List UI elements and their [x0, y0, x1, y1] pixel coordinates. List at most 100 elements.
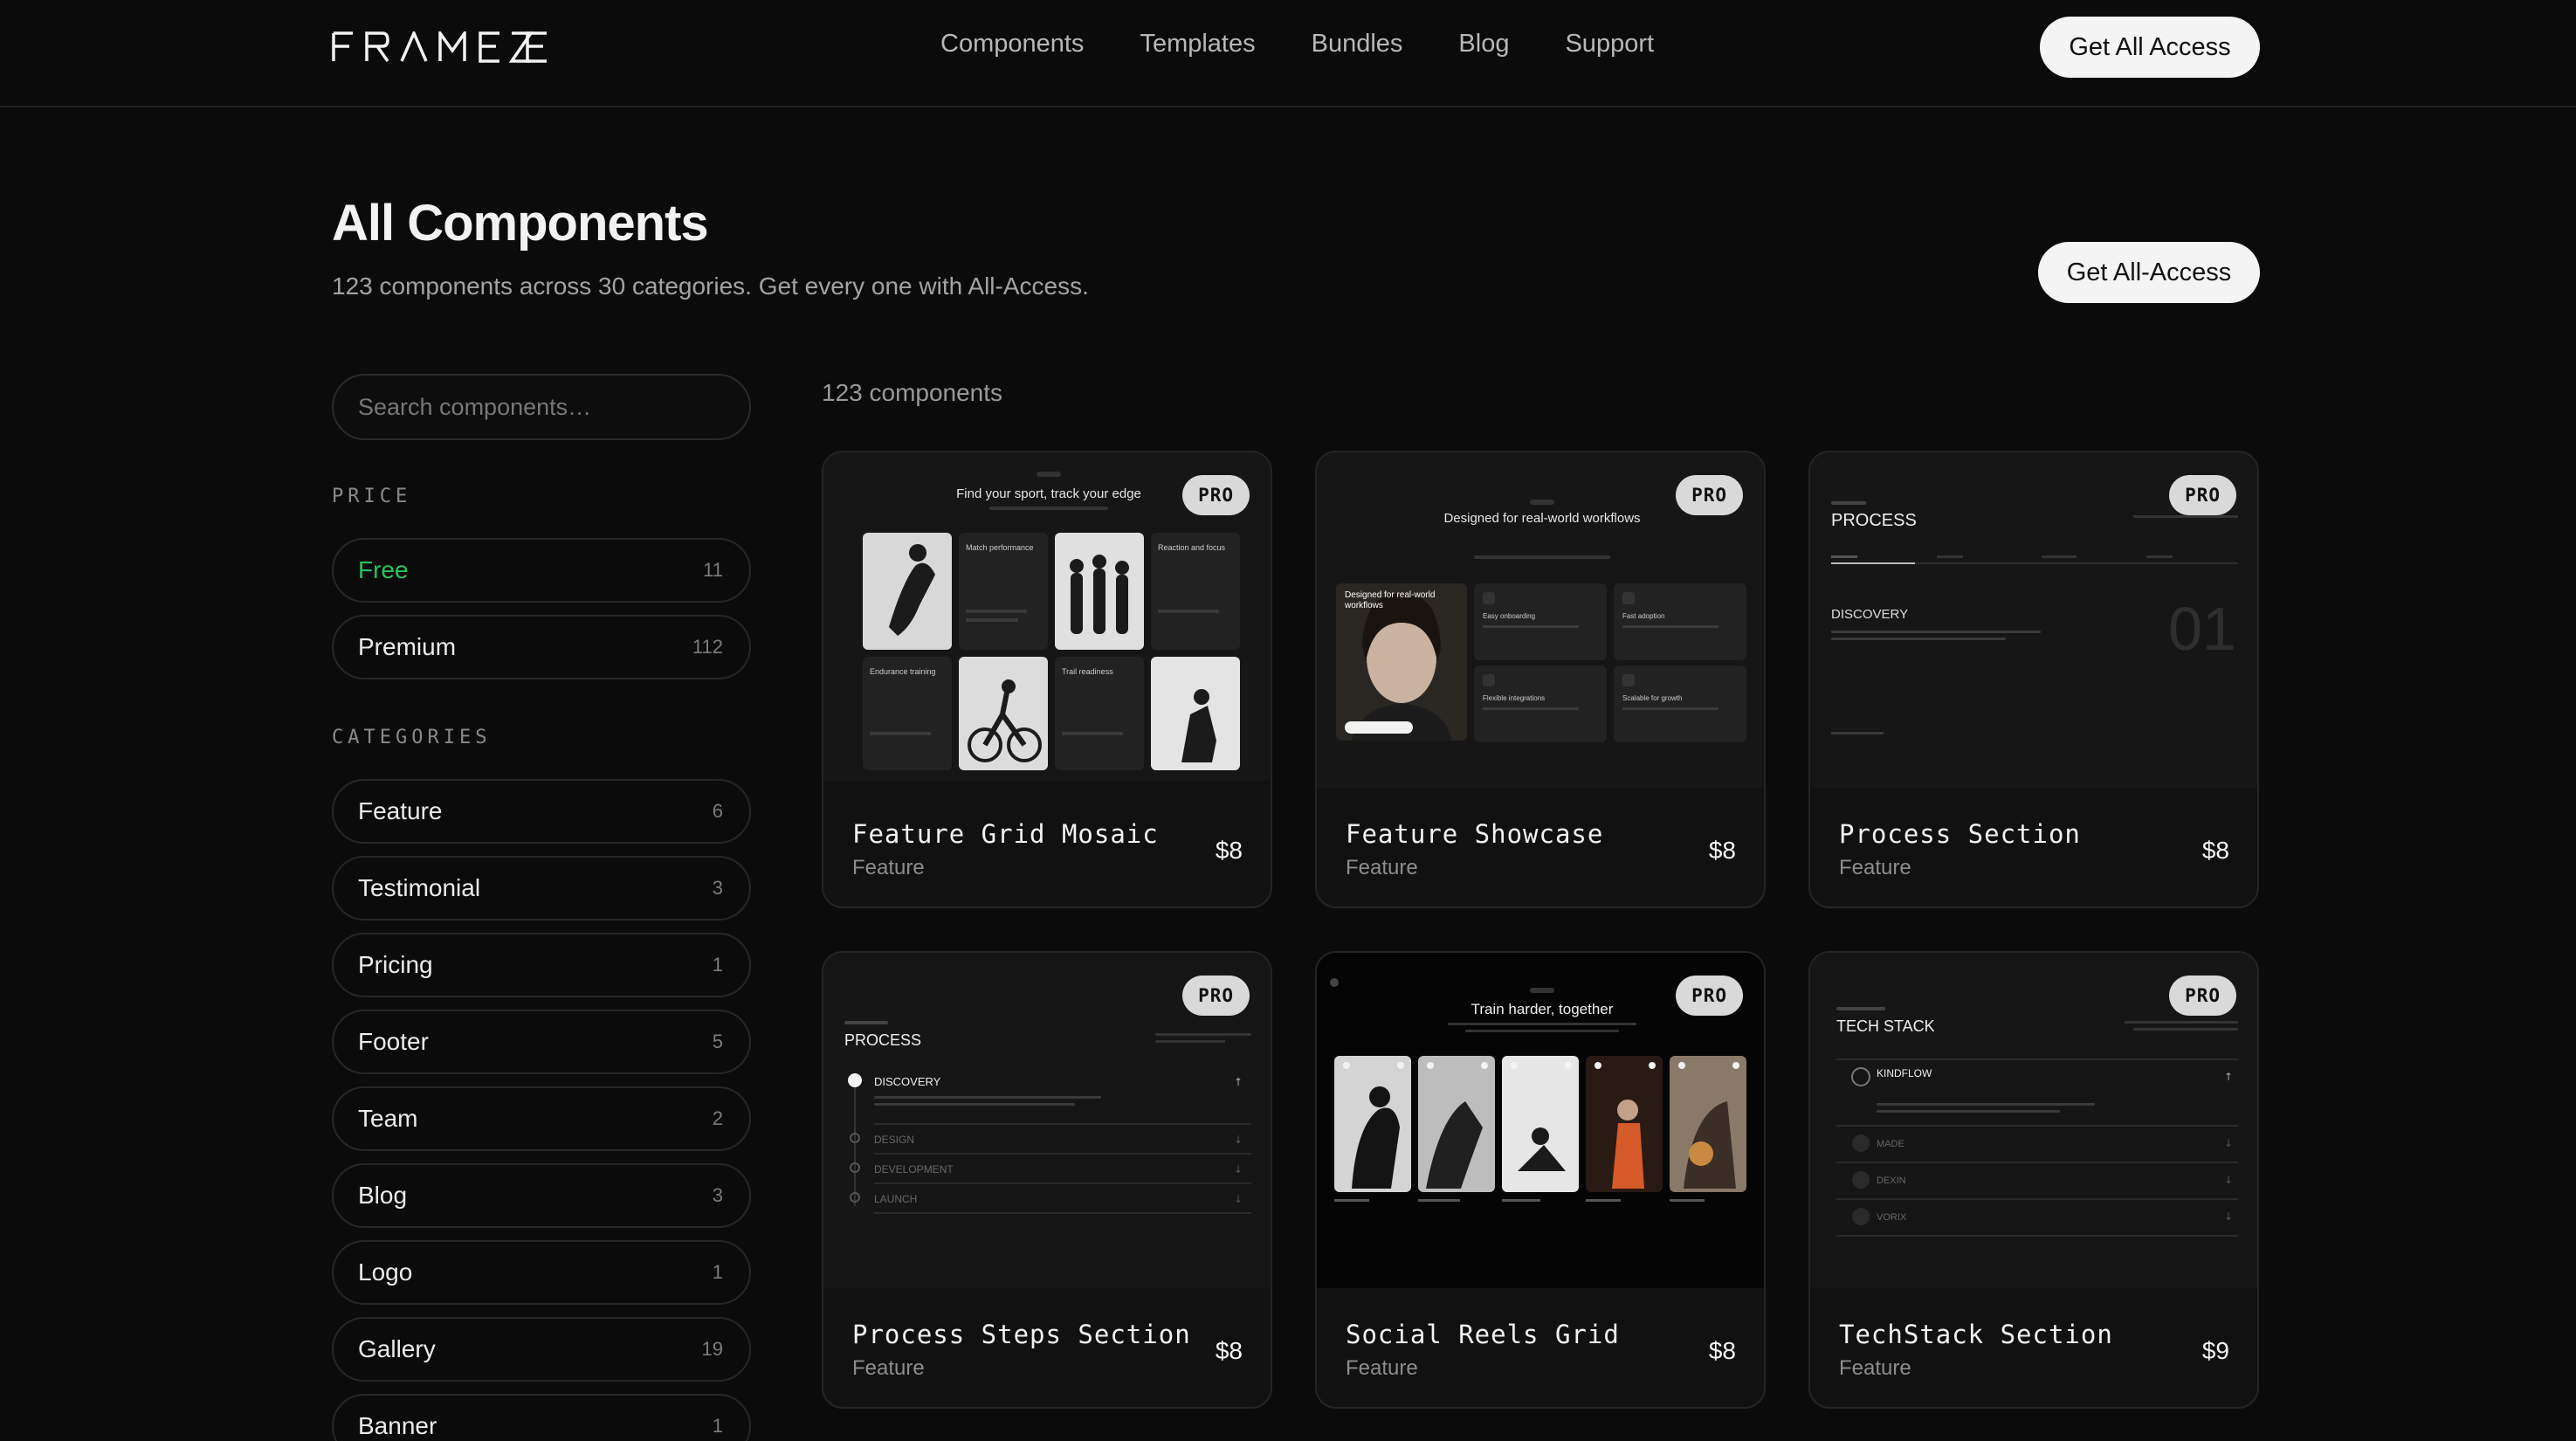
preview-item: KINDFLOW [1877, 1067, 1932, 1079]
filter-label: Gallery [358, 1335, 436, 1362]
svg-text:↓: ↓ [2224, 1137, 2233, 1149]
component-card[interactable]: PROCESS DISCOVERY 01 PRO Process Section… [1808, 451, 2259, 908]
card-title: Feature Grid Mosaic [852, 819, 1159, 849]
filter-label: Feature [358, 797, 443, 824]
filter-label: Testimonial [358, 874, 481, 901]
filter-count: 1 [712, 1415, 723, 1437]
preview-item: Scalable for growth [1622, 694, 1682, 702]
preview-item: Reaction and focus [1158, 543, 1226, 552]
filter-price-free[interactable]: Free 11 [332, 538, 751, 603]
preview-item: DEVELOPMENT [874, 1163, 954, 1176]
svg-text:↓: ↓ [2224, 1174, 2233, 1186]
frameze-logo[interactable] [332, 31, 550, 63]
component-card[interactable]: Designed for real-world workflows Design… [1315, 451, 1766, 908]
filter-category-logo[interactable]: Logo 1 [332, 1240, 751, 1305]
card-price: $8 [1708, 1337, 1736, 1364]
filter-category-blog[interactable]: Blog 3 [332, 1163, 751, 1228]
component-card[interactable]: Train harder, together PRO Social Reels … [1315, 951, 1766, 1409]
nav-link-templates[interactable]: Templates [1140, 30, 1255, 59]
preview-item: Fast adoption [1622, 612, 1664, 620]
card-price: $8 [2201, 837, 2229, 864]
get-all-access-button[interactable]: Get All Access [2040, 17, 2260, 78]
preview-item: Easy onboarding [1483, 612, 1535, 620]
preview-item: VORIX [1877, 1212, 1907, 1223]
preview-title: Train harder, together [1471, 1001, 1614, 1017]
filter-category-pricing[interactable]: Pricing 1 [332, 933, 751, 997]
preview-title: PROCESS [844, 1031, 921, 1049]
card-price: $8 [1708, 837, 1736, 864]
filter-label: Logo [358, 1258, 413, 1286]
nav-link-bundles[interactable]: Bundles [1312, 30, 1403, 59]
page-title: All Components [332, 195, 709, 252]
svg-text:↓: ↓ [1234, 1163, 1243, 1176]
filter-count: 6 [712, 800, 723, 822]
categories-heading: CATEGORIES [332, 727, 492, 748]
filter-category-team[interactable]: Team 2 [332, 1086, 751, 1151]
filter-label: Blog [358, 1182, 408, 1209]
preview-item: DESIGN [874, 1134, 914, 1146]
card-category: Feature [1346, 856, 1418, 879]
filter-category-banner[interactable]: Banner 1 [332, 1394, 751, 1441]
filter-count: 3 [712, 1184, 723, 1206]
component-card[interactable]: Find your sport, track your edge Match p… [822, 451, 1272, 908]
card-category: Feature [1346, 1356, 1418, 1380]
preview-item: Trail readiness [1062, 667, 1113, 676]
svg-text:↑: ↑ [2224, 1071, 2233, 1083]
card-title: Social Reels Grid [1346, 1320, 1620, 1349]
preview-item: Designed for real-world workflows [1345, 590, 1436, 610]
preview-item: MADE [1877, 1139, 1904, 1149]
card-title: Process Steps Section [852, 1320, 1191, 1349]
preview-title: Find your sport, track your edge [956, 486, 1141, 501]
filter-category-testimonial[interactable]: Testimonial 3 [332, 856, 751, 920]
nav-link-blog[interactable]: Blog [1458, 30, 1509, 59]
svg-text:↓: ↓ [1234, 1193, 1243, 1205]
svg-text:↓: ↓ [2224, 1210, 2233, 1223]
filter-category-gallery[interactable]: Gallery 19 [332, 1317, 751, 1382]
card-category: Feature [852, 1356, 925, 1380]
card-price: $8 [1215, 1337, 1243, 1364]
preview-item: 01 [2168, 595, 2236, 663]
filter-count: 3 [712, 877, 723, 899]
filter-label: Pricing [358, 951, 433, 978]
filter-count: 1 [712, 1261, 723, 1283]
pro-badge: PRO [2169, 475, 2236, 515]
preview-item: Endurance training [870, 667, 936, 676]
preview-item: Flexible integrations [1483, 694, 1545, 702]
filter-label: Banner [358, 1412, 437, 1439]
top-navbar: Components Templates Bundles Blog Suppor… [0, 0, 2576, 107]
filter-count: 5 [712, 1031, 723, 1052]
card-title: Process Section [1839, 819, 2081, 849]
filter-count: 2 [712, 1107, 723, 1129]
filter-category-footer[interactable]: Footer 5 [332, 1010, 751, 1074]
filter-count: 11 [703, 559, 723, 581]
preview-title: Designed for real-world workflows [1443, 511, 1641, 526]
header-get-all-access-button[interactable]: Get All-Access [2038, 242, 2260, 303]
card-category: Feature [1839, 1356, 1911, 1380]
nav-link-components[interactable]: Components [940, 30, 1084, 59]
filter-count: 1 [712, 954, 723, 976]
preview-item: DISCOVERY [874, 1075, 941, 1088]
nav-link-support[interactable]: Support [1565, 30, 1654, 59]
component-card[interactable]: TECH STACK KINDFLOW ↑ MADE ↓ DEXIN ↓ VOR… [1808, 951, 2259, 1409]
card-title: TechStack Section [1839, 1320, 2113, 1349]
result-count: 123 components [822, 379, 1003, 406]
preview-item: LAUNCH [874, 1193, 917, 1205]
preview-title: TECH STACK [1836, 1017, 1935, 1035]
card-price: $8 [1215, 837, 1243, 864]
preview-item: Match performance [966, 543, 1034, 552]
svg-text:↓: ↓ [1234, 1134, 1243, 1146]
card-price: $9 [2201, 1337, 2229, 1364]
pro-badge: PRO [1676, 976, 1743, 1016]
filter-label: Team [358, 1105, 418, 1132]
filter-label: Free [358, 556, 409, 583]
card-category: Feature [1839, 856, 1911, 879]
pro-badge: PRO [1182, 976, 1250, 1016]
pro-badge: PRO [1182, 475, 1250, 515]
component-card[interactable]: PROCESS DISCOVERY ↑ DESIGN ↓ DEVELOPMENT… [822, 951, 1272, 1409]
filter-category-feature[interactable]: Feature 6 [332, 779, 751, 844]
filter-price-premium[interactable]: Premium 112 [332, 615, 751, 679]
pro-badge: PRO [1676, 475, 1743, 515]
preview-title: PROCESS [1831, 511, 1917, 530]
filter-count: 19 [701, 1338, 723, 1360]
search-input[interactable] [332, 374, 751, 440]
